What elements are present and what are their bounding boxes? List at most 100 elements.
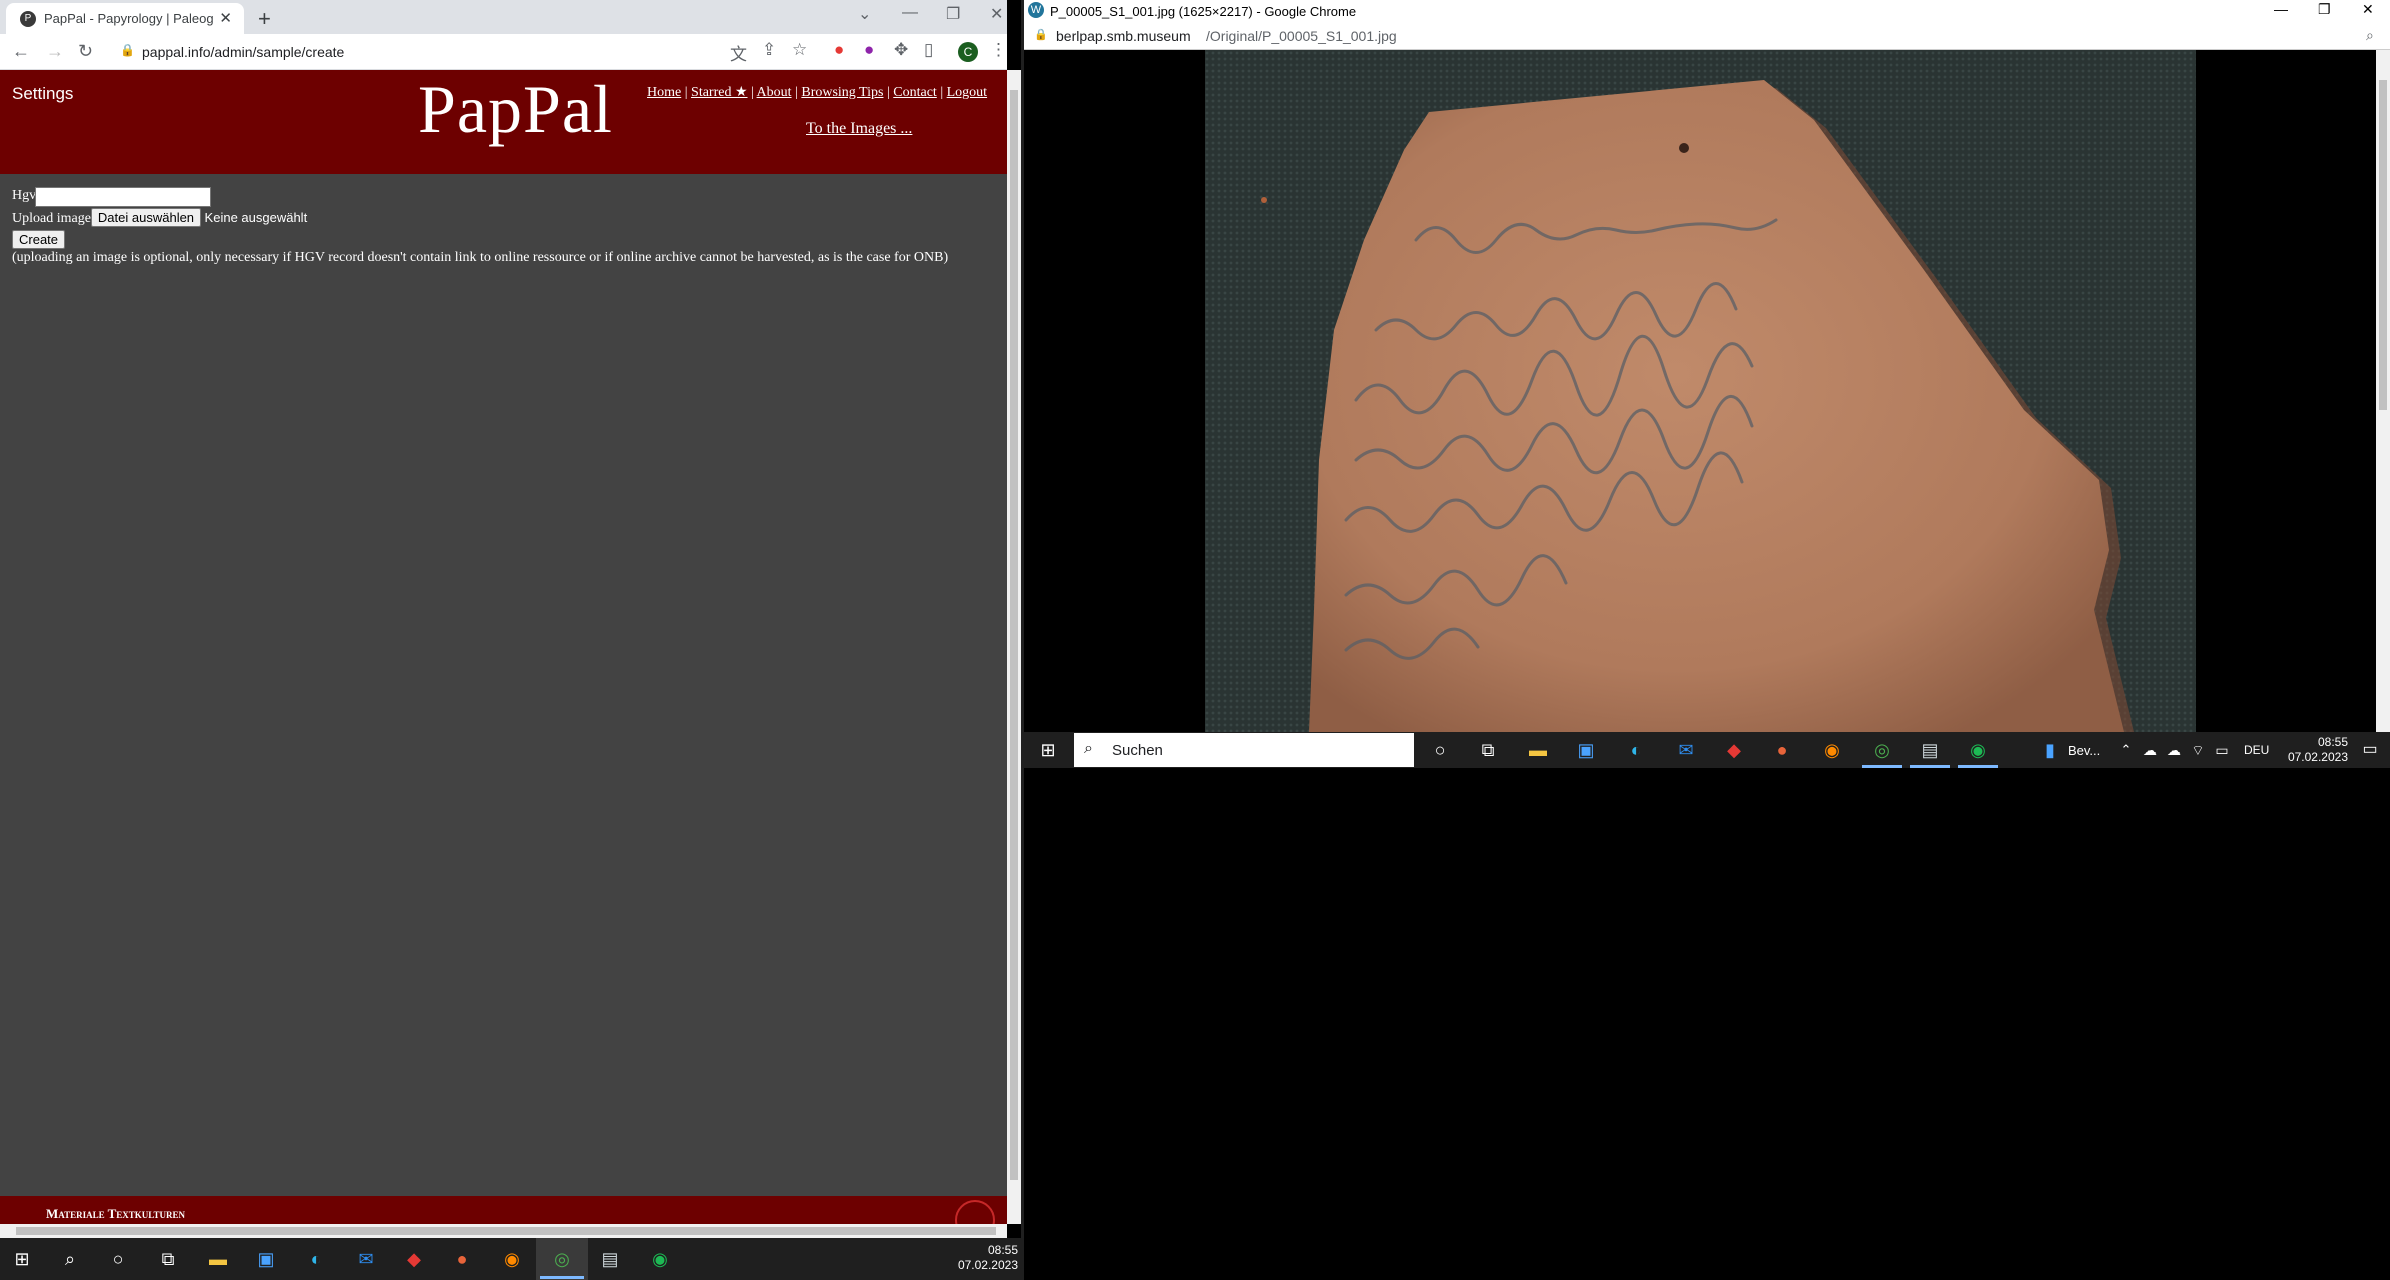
tab-title: PapPal - Papyrology | Paleograph [44,11,214,26]
extension-red-icon[interactable]: ● [834,40,844,60]
popup-minimize-icon[interactable]: — [2274,1,2288,17]
popup-close-icon[interactable]: ✕ [2362,1,2374,18]
horizontal-scroll-thumb[interactable] [16,1227,996,1235]
minimize-icon[interactable]: — [902,4,918,22]
hgv-input[interactable] [35,187,211,207]
bookmark-star-icon[interactable]: ☆ [792,40,807,60]
upload-note: (uploading an image is optional, only ne… [12,250,949,265]
address-bar[interactable]: 🔒 pappal.info/admin/sample/create [110,38,710,66]
image-viewport [1024,50,2376,732]
popup-restore-icon[interactable]: ❐ [2318,1,2331,18]
reload-icon[interactable]: ↻ [78,41,93,62]
powerpoint-icon[interactable]: ● [1770,738,1794,762]
side-panel-icon[interactable]: ▯ [924,40,933,60]
pappal-favicon-icon: P [20,11,36,27]
popup-url-host: berlpap.smb.museum [1056,28,1191,44]
clock-date: 07.02.2023 [957,1258,1018,1272]
new-tab-icon[interactable]: + [258,6,271,32]
extensions-puzzle-icon[interactable]: ✥ [894,40,908,60]
hgv-label: Hgv [12,188,37,203]
chrome-icon[interactable]: ◎ [550,1247,574,1271]
translate-icon[interactable]: 文 [730,40,747,65]
tab-search-icon[interactable]: ⌄ [858,4,871,24]
nav-starred[interactable]: Starred ★ [691,85,747,100]
nav-logout[interactable]: Logout [947,85,987,100]
nav-home[interactable]: Home [647,85,681,100]
edge-icon[interactable]: ◐ [304,1247,328,1271]
chrome-icon[interactable]: ◎ [1870,738,1894,762]
lock-icon: 🔒 [120,43,135,57]
horizontal-scrollbar[interactable] [0,1224,1007,1238]
vertical-scrollbar[interactable] [1007,70,1021,1224]
tray-overflow-icon[interactable]: ⌃ [2114,738,2138,762]
onedrive-business-icon[interactable]: ☁ [2162,738,2186,762]
mail-icon[interactable]: ✉ [354,1247,378,1271]
notifications-icon[interactable]: ▭ [2358,738,2382,762]
cortana-icon[interactable]: ○ [1428,738,1452,762]
vertical-scroll-thumb[interactable] [1010,90,1018,1180]
file-explorer-icon[interactable]: ▬ [1526,738,1550,762]
profile-avatar[interactable]: C [958,42,978,62]
mail-icon[interactable]: ✉ [1674,738,1698,762]
popup-address-bar[interactable]: 🔒 berlpap.smb.museum /Original/P_00005_S… [1024,22,2390,50]
system-clock[interactable]: 08:55 07.02.2023 [930,1243,1018,1273]
spotify-icon[interactable]: ◉ [1966,738,1990,762]
popup-title: P_00005_S1_001.jpg (1625×2217) - Google … [1050,4,1357,19]
clock-time: 08:55 [987,1243,1018,1257]
wifi-icon[interactable]: ⌔ [2186,738,2210,762]
start-windows-icon[interactable]: ⊞ [10,1247,34,1271]
tab-pappal[interactable]: P PapPal - Papyrology | Paleograph ✕ [6,3,244,34]
reader-app-icon[interactable]: ▤ [1918,738,1942,762]
share-icon[interactable]: ⇪ [762,40,776,60]
cortana-icon[interactable]: ○ [106,1247,130,1271]
onedrive-icon[interactable]: ☁ [2138,738,2162,762]
restore-icon[interactable]: ❐ [946,4,960,24]
pinned-window-label[interactable]: Bev... [2068,743,2100,758]
search-icon[interactable]: ⌕ [58,1247,82,1271]
chrome-active-indicator [540,1276,584,1279]
battery-icon[interactable]: ▭ [2210,738,2234,762]
task-view-icon[interactable]: ⧉ [1476,738,1500,762]
right-taskbar: ⊞ ⌕ Suchen ○ ⧉ ▬ ▣ ◐ ✉ ◆ ● ◉ ◎ ▤ ◉ ▮ Bev… [1024,732,2390,768]
start-windows-icon[interactable]: ⊞ [1036,738,1060,762]
clock-date: 07.02.2023 [2287,750,2348,764]
nav-about[interactable]: About [757,85,792,100]
extension-purple-icon[interactable]: ● [864,40,874,60]
chrome-active-indicator [1862,765,1902,768]
nav-browsing-tips[interactable]: Browsing Tips [801,85,883,100]
firefox-icon[interactable]: ◉ [1820,738,1844,762]
nav-contact[interactable]: Contact [893,85,937,100]
back-icon[interactable]: ← [12,41,30,62]
acrobat-icon[interactable]: ◆ [1722,738,1746,762]
settings-link[interactable]: Settings [12,84,73,104]
create-button[interactable]: Create [12,230,66,249]
image-viewer-window: W P_00005_S1_001.jpg (1625×2217) - Googl… [1024,0,2390,732]
zoom-icon[interactable]: ⌕ [2366,27,2374,44]
powerpoint-icon[interactable]: ● [450,1247,474,1271]
task-view-icon[interactable]: ⧉ [156,1247,180,1271]
store-icon[interactable]: ▣ [1574,738,1598,762]
store-icon[interactable]: ▣ [254,1247,278,1271]
search-magnifier-icon: ⌕ [1084,740,1093,757]
firefox-icon[interactable]: ◉ [500,1247,524,1271]
forward-icon[interactable]: → [46,41,64,62]
menu-dots-icon[interactable]: ⋮ [990,40,1007,60]
edge-icon[interactable]: ◐ [1624,738,1648,762]
system-clock[interactable]: 08:55 07.02.2023 [2268,735,2348,765]
taskbar-search[interactable]: ⌕ Suchen [1074,733,1414,767]
clock-time: 08:55 [2317,735,2348,749]
popup-scroll-thumb[interactable] [2379,80,2387,410]
to-images-link[interactable]: To the Images ... [806,120,912,138]
reader-app-icon[interactable]: ▤ [598,1247,622,1271]
spotify-icon[interactable]: ◉ [648,1247,672,1271]
choose-file-button[interactable]: Datei auswählen [90,208,202,227]
upload-image-label: Upload image [12,211,91,226]
word-document-icon[interactable]: ▮ [2038,738,2062,762]
popup-vertical-scrollbar[interactable] [2376,50,2390,732]
close-tab-icon[interactable]: ✕ [219,9,232,27]
acrobat-icon[interactable]: ◆ [402,1247,426,1271]
file-explorer-icon[interactable]: ▬ [206,1247,230,1271]
site-logo[interactable]: PapPal [418,70,613,149]
close-window-icon[interactable]: ✕ [990,4,1003,24]
language-indicator[interactable]: DEU [2244,743,2269,757]
